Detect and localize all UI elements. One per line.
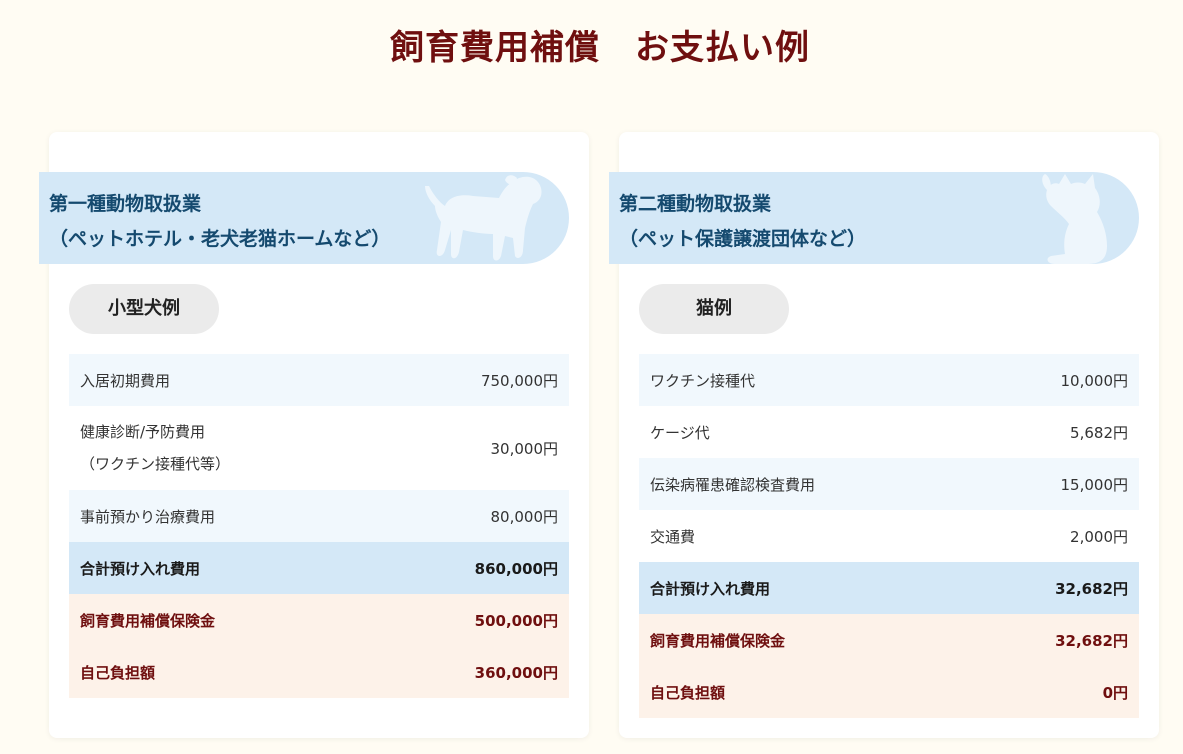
total-row: 合計預け入れ費用 860,000円 — [69, 542, 569, 594]
insurance-payout-row: 飼育費用補償保険金 500,000円 — [69, 594, 569, 646]
table-row: ケージ代 5,682円 — [639, 406, 1139, 458]
category-banner: 第二種動物取扱業 （ペット保護譲渡団体など） — [609, 172, 1139, 264]
self-pay-row: 自己負担額 0円 — [639, 666, 1139, 718]
insurance-payout-row: 飼育費用補償保険金 32,682円 — [639, 614, 1139, 666]
row-value: 860,000円 — [474, 559, 558, 578]
dog-silhouette-icon — [425, 175, 542, 261]
row-label: 健康診断/予防費用 （ワクチン接種代等） — [80, 416, 230, 480]
plan-card-type1: 第一種動物取扱業 （ペットホテル・老犬老猫ホームなど） 小型犬例 入居初期費用 … — [39, 132, 589, 738]
table-row: 伝染病罹患確認検査費用 15,000円 — [639, 458, 1139, 510]
banner-category-subtitle: （ペットホテル・老犬老猫ホームなど） — [49, 228, 391, 250]
banner-category-title: 第一種動物取扱業 — [49, 193, 202, 215]
row-value: 0円 — [1102, 683, 1128, 702]
row-value: 5,682円 — [1070, 423, 1128, 442]
table-row: 入居初期費用 750,000円 — [69, 354, 569, 406]
table-row: 健康診断/予防費用 （ワクチン接種代等） 30,000円 — [69, 406, 569, 490]
page-title: 飼育費用補償 お支払い例 — [390, 28, 810, 68]
row-label: 交通費 — [650, 527, 696, 546]
banner-category-subtitle: （ペット保護譲渡団体など） — [619, 228, 867, 250]
row-value: 10,000円 — [1060, 371, 1129, 390]
cost-table: ワクチン接種代 10,000円 ケージ代 5,682円 伝染病罹患確認検査費用 … — [639, 354, 1139, 718]
row-label: 自己負担額 — [80, 663, 156, 682]
row-label: 入居初期費用 — [80, 371, 171, 390]
example-label: 小型犬例 — [69, 284, 219, 334]
row-value: 32,682円 — [1055, 631, 1128, 650]
row-label: 合計預け入れ費用 — [80, 559, 201, 578]
example-label: 猫例 — [639, 284, 789, 334]
table-row: 交通費 2,000円 — [639, 510, 1139, 562]
row-label: 自己負担額 — [650, 683, 726, 702]
banner-category-title: 第二種動物取扱業 — [619, 193, 772, 215]
row-label: 事前預かり治療費用 — [80, 507, 216, 526]
row-value: 32,682円 — [1055, 579, 1128, 598]
table-row: 事前預かり治療費用 80,000円 — [69, 490, 569, 542]
row-label: ケージ代 — [650, 423, 710, 442]
category-banner: 第一種動物取扱業 （ペットホテル・老犬老猫ホームなど） — [39, 172, 569, 264]
row-label: 伝染病罹患確認検査費用 — [650, 475, 816, 494]
row-label: 飼育費用補償保険金 — [80, 611, 216, 630]
cat-silhouette-icon — [1042, 174, 1107, 264]
cost-table: 入居初期費用 750,000円 健康診断/予防費用 （ワクチン接種代等） 30,… — [69, 354, 569, 698]
table-row: ワクチン接種代 10,000円 — [639, 354, 1139, 406]
row-label: 合計預け入れ費用 — [650, 579, 771, 598]
row-label: 飼育費用補償保険金 — [650, 631, 786, 650]
row-value: 80,000円 — [490, 507, 559, 526]
row-label: ワクチン接種代 — [650, 371, 756, 390]
plan-card-type2: 第二種動物取扱業 （ペット保護譲渡団体など） 猫例 ワクチン接種代 10,000… — [609, 132, 1159, 738]
row-value: 30,000円 — [490, 439, 559, 458]
self-pay-row: 自己負担額 360,000円 — [69, 646, 569, 698]
row-value: 360,000円 — [474, 663, 558, 682]
row-label-line1: 健康診断/予防費用 — [80, 423, 206, 441]
row-value: 15,000円 — [1060, 475, 1129, 494]
row-value: 750,000円 — [480, 371, 558, 390]
row-value: 500,000円 — [474, 611, 558, 630]
row-label-line2: （ワクチン接種代等） — [80, 455, 231, 473]
total-row: 合計預け入れ費用 32,682円 — [639, 562, 1139, 614]
row-value: 2,000円 — [1070, 527, 1128, 546]
